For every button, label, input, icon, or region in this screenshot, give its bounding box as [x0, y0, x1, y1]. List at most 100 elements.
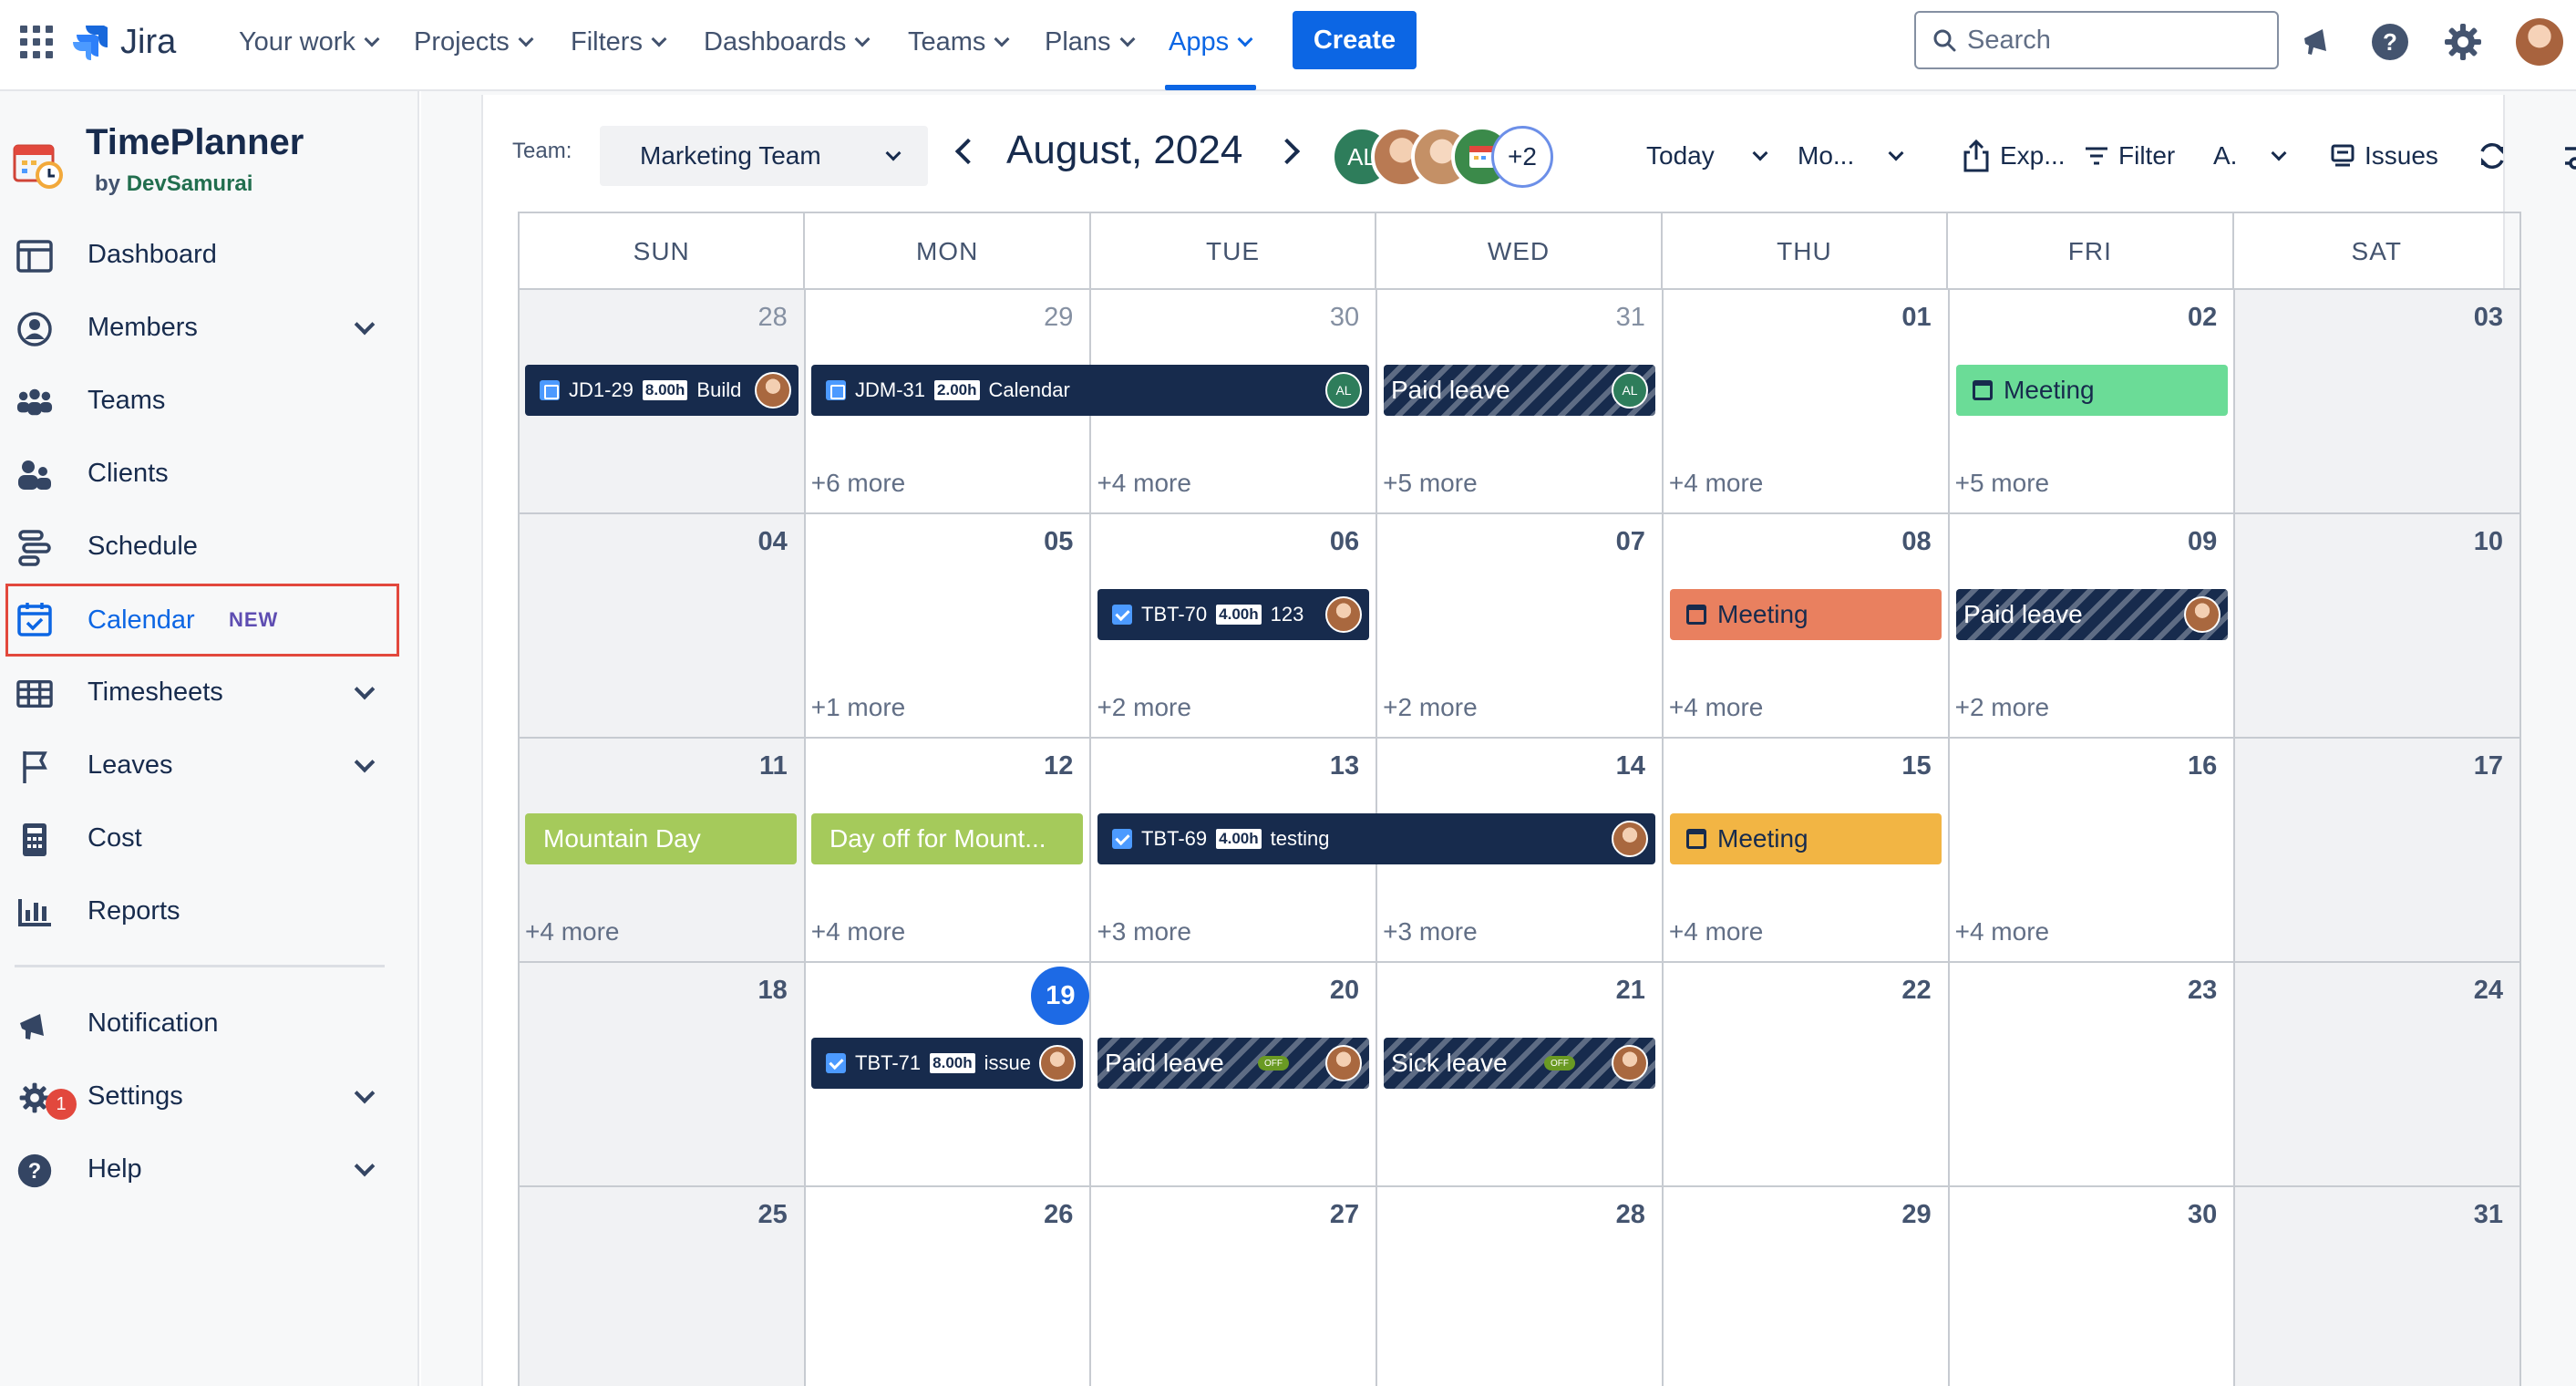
help-icon[interactable]: ? [2368, 20, 2412, 64]
calendar-day[interactable]: 18 [520, 963, 806, 1185]
leave-event[interactable]: Paid leave [1956, 589, 2228, 640]
leave-event[interactable]: Paid leave OFF [1097, 1038, 1369, 1089]
chevron-down-icon [1752, 145, 1768, 161]
more-events-link[interactable]: +4 more [1669, 693, 1764, 722]
nav-your-work[interactable]: Your work [239, 22, 380, 62]
calendar-icon [1973, 380, 1993, 400]
more-events-link[interactable]: +5 more [1383, 469, 1478, 498]
sidebar-item-timesheets[interactable]: Timesheets [5, 658, 399, 726]
meeting-event[interactable]: Meeting [1670, 589, 1942, 640]
issue-event[interactable]: TBT-69 4.00h testing [1097, 813, 1655, 864]
search-input[interactable] [1967, 25, 2259, 56]
calendar-day[interactable]: 23 [1950, 963, 2236, 1185]
sidebar-item-calendar[interactable]: Calendar NEW [5, 584, 399, 657]
sidebar-item-reports[interactable]: Reports [5, 877, 399, 945]
more-events-link[interactable]: +4 more [1669, 469, 1764, 498]
meeting-event[interactable]: Meeting [1956, 365, 2228, 416]
app-switcher-icon[interactable] [18, 24, 55, 60]
calendar-day[interactable]: 26 [806, 1187, 1092, 1386]
more-avatars-button[interactable]: +2 [1491, 126, 1553, 188]
more-events-link[interactable]: +2 more [1955, 693, 2050, 722]
meeting-title: Meeting [1717, 600, 1808, 628]
schedule-icon [16, 530, 53, 566]
calendar-day[interactable]: 28 [1377, 1187, 1664, 1386]
issues-button[interactable]: Issues [2330, 126, 2438, 186]
issue-event[interactable]: TBT-70 4.00h 123 [1097, 589, 1369, 640]
gear-icon[interactable] [2441, 20, 2485, 64]
sidebar-item-clients[interactable]: Clients [5, 440, 399, 507]
chevron-down-icon[interactable] [354, 678, 376, 700]
sidebar-item-teams[interactable]: Teams [5, 367, 399, 434]
more-events-link[interactable]: +4 more [811, 917, 906, 946]
leave-event[interactable]: Sick leave OFF [1384, 1038, 1655, 1089]
holiday-event[interactable]: Mountain Day [525, 813, 797, 864]
more-events-link[interactable]: +3 more [1383, 917, 1478, 946]
prev-month-button[interactable] [950, 135, 979, 164]
refresh-icon[interactable] [2476, 126, 2509, 186]
calendar-day[interactable]: 25 [520, 1187, 806, 1386]
chevron-down-icon[interactable] [354, 751, 376, 773]
notifications-icon[interactable] [2295, 20, 2339, 64]
sidebar-item-schedule[interactable]: Schedule [5, 512, 399, 580]
sidebar-item-cost[interactable]: Cost [5, 804, 399, 872]
team-select[interactable]: Marketing Team [600, 126, 928, 186]
nav-teams[interactable]: Teams [908, 22, 1010, 62]
view-mode-dropdown[interactable]: Mo... [1798, 126, 1904, 186]
calendar-day[interactable]: 05 +1 more [806, 514, 1092, 737]
calendar-day[interactable]: 30 [1950, 1187, 2236, 1386]
nav-filters[interactable]: Filters [571, 22, 667, 62]
calendar-day[interactable]: 22 [1664, 963, 1950, 1185]
more-events-link[interactable]: +5 more [1955, 469, 2050, 498]
more-events-link[interactable]: +4 more [1097, 469, 1191, 498]
nav-apps[interactable]: Apps [1169, 22, 1253, 62]
nav-plans[interactable]: Plans [1045, 22, 1136, 62]
leave-event[interactable]: Paid leave AL [1384, 365, 1655, 416]
chevron-down-icon[interactable] [354, 314, 376, 336]
task-check-icon [1112, 605, 1132, 625]
filter-button[interactable]: Filter [2084, 126, 2175, 186]
more-events-link[interactable]: +4 more [525, 917, 620, 946]
issue-event[interactable]: JDM-31 2.00h Calendar AL [811, 365, 1369, 416]
sidebar-item-dashboard[interactable]: Dashboard [5, 221, 399, 288]
sidebar-item-help[interactable]: ? Help [5, 1135, 399, 1203]
export-button[interactable]: Exp... [1962, 126, 2066, 186]
today-dropdown[interactable]: Today [1646, 126, 1768, 186]
more-events-link[interactable]: +3 more [1097, 917, 1191, 946]
team-avatars[interactable]: AL +2 [1331, 126, 1586, 190]
nav-dashboards[interactable]: Dashboards [704, 22, 871, 62]
calendar-day[interactable]: 16 +4 more [1950, 739, 2236, 961]
calendar-day[interactable]: 24 [2235, 963, 2522, 1185]
more-events-link[interactable]: +1 more [811, 693, 906, 722]
search-box[interactable] [1914, 11, 2279, 69]
issue-event[interactable]: TBT-71 8.00h issue [811, 1038, 1083, 1089]
calendar-day[interactable]: 07 +2 more [1377, 514, 1664, 737]
calendar-day[interactable]: 03 [2235, 290, 2522, 512]
next-month-button[interactable] [1276, 135, 1305, 164]
nav-projects[interactable]: Projects [414, 22, 534, 62]
chevron-down-icon[interactable] [354, 1082, 376, 1104]
sidebar-item-notification[interactable]: Notification [5, 989, 399, 1057]
calendar-day[interactable]: 29 [1664, 1187, 1950, 1386]
meeting-event[interactable]: Meeting [1670, 813, 1942, 864]
calendar-day[interactable]: 17 [2235, 739, 2522, 961]
calendar-day[interactable]: 31 [2235, 1187, 2522, 1386]
calendar-day[interactable]: 04 [520, 514, 806, 737]
calendar-day[interactable]: 27 [1091, 1187, 1378, 1386]
more-events-link[interactable]: +6 more [811, 469, 906, 498]
create-button[interactable]: Create [1293, 11, 1417, 69]
holiday-event[interactable]: Day off for Mount... [811, 813, 1083, 864]
sidebar-item-leaves[interactable]: Leaves [5, 731, 399, 799]
user-avatar[interactable] [2516, 18, 2563, 66]
sort-dropdown[interactable]: A. [2213, 126, 2287, 186]
more-events-link[interactable]: +4 more [1955, 917, 2050, 946]
chevron-down-icon[interactable] [354, 1155, 376, 1177]
sidebar-item-members[interactable]: Members [5, 294, 399, 361]
calendar-day[interactable]: 01 +4 more [1664, 290, 1950, 512]
settings-sliders-icon[interactable] [2563, 126, 2576, 186]
calendar-day[interactable]: 10 [2235, 514, 2522, 737]
jira-logo[interactable]: Jira [71, 18, 176, 66]
more-events-link[interactable]: +2 more [1097, 693, 1191, 722]
more-events-link[interactable]: +2 more [1383, 693, 1478, 722]
more-events-link[interactable]: +4 more [1669, 917, 1764, 946]
issue-event[interactable]: JD1-29 8.00h Build [525, 365, 799, 416]
